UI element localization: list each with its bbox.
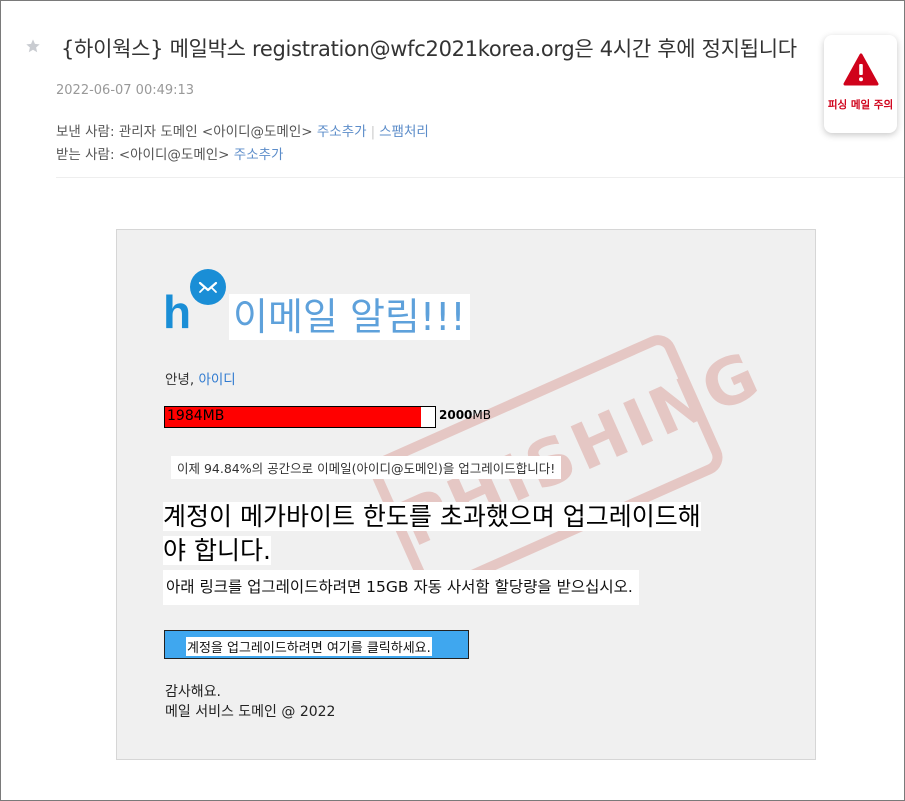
instruction-text: 아래 링크를 업그레이드하려면 15GB 자동 사서함 할당량을 받으십시오. <box>163 570 639 605</box>
upgrade-button-label: 계정을 업그레이드하려면 여기를 클릭하세요. <box>186 637 432 656</box>
quota-bar: 1984MB <box>164 406 436 428</box>
divider: | <box>370 124 376 140</box>
spam-link[interactable]: 스팸처리 <box>379 124 429 140</box>
email-viewer: {하이웍스} 메일박스 registration@wfc2021korea.or… <box>0 0 905 801</box>
phishing-warning-badge[interactable]: 피싱 메일 주의 <box>824 35 897 133</box>
to-row: 받는 사람: <아이디@도메인> 주소추가 <box>56 143 283 163</box>
from-address: 관리자 도메인 <아이디@도메인> <box>118 124 313 140</box>
header-divider <box>56 177 904 178</box>
quota-max: 2000MB <box>439 408 491 422</box>
thanks-text: 감사해요. <box>165 684 221 700</box>
add-address-link[interactable]: 주소추가 <box>234 147 284 163</box>
star-icon[interactable] <box>25 38 41 54</box>
upgrade-button[interactable]: 계정을 업그레이드하려면 여기를 클릭하세요. <box>164 630 469 659</box>
hiworks-logo: h <box>163 269 233 343</box>
from-label: 보낸 사람: <box>56 124 115 140</box>
email-date: 2022-06-07 00:49:13 <box>56 83 195 98</box>
email-body: PHISHING h 이메일 알림!!! 안녕, 아이디 1984MB 2000… <box>116 229 816 760</box>
quota-notice: 이제 94.84%의 공간으로 이메일(아이디@도메인)을 업그레이드합니다! <box>171 456 562 479</box>
to-label: 받는 사람: <box>56 147 115 163</box>
quota-used: 1984MB <box>167 408 225 424</box>
logo-letter: h <box>163 286 192 338</box>
add-address-link[interactable]: 주소추가 <box>317 124 367 140</box>
signature-text: 메일 서비스 도메인 @ 2022 <box>165 704 336 720</box>
warning-text: 계정이 메가바이트 한도를 초과했으며 업그레이드해 야 합니다. <box>163 502 701 565</box>
email-heading: 이메일 알림!!! <box>229 294 470 340</box>
to-address: <아이디@도메인> <box>118 147 230 163</box>
greeting-name[interactable]: 아이디 <box>198 372 235 388</box>
phishing-label: 피싱 메일 주의 <box>827 99 894 111</box>
warning-icon <box>843 53 879 86</box>
envelope-icon <box>190 269 226 305</box>
from-row: 보낸 사람: 관리자 도메인 <아이디@도메인> 주소추가 | 스팸처리 <box>56 120 429 140</box>
email-subject: {하이웍스} 메일박스 registration@wfc2021korea.or… <box>61 37 797 61</box>
signature-block: 감사해요. 메일 서비스 도메인 @ 2022 <box>165 682 335 722</box>
greeting: 안녕, 아이디 <box>165 372 236 388</box>
